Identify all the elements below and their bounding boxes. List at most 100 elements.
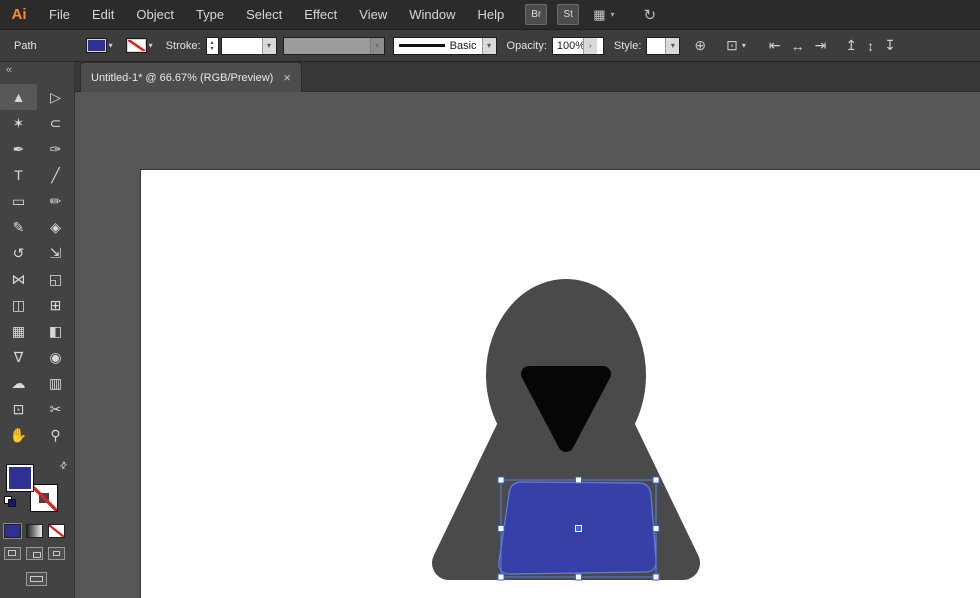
opacity-field[interactable]: › bbox=[551, 36, 604, 55]
document-tab-bar: Untitled-1* @ 66.67% (RGB/Preview) × bbox=[75, 62, 980, 92]
menu-select[interactable]: Select bbox=[235, 0, 293, 30]
hand-tool[interactable]: ✋ bbox=[0, 422, 37, 448]
style-dropdown[interactable]: ▾ bbox=[646, 36, 681, 55]
menu-object[interactable]: Object bbox=[125, 0, 185, 30]
none-mode-button[interactable] bbox=[48, 524, 65, 538]
selection-tool[interactable]: ▲ bbox=[0, 84, 37, 110]
chevron-down-icon[interactable]: ▾ bbox=[109, 41, 113, 50]
chevron-right-icon[interactable]: › bbox=[582, 37, 597, 54]
slice-tool[interactable]: ✂ bbox=[37, 396, 74, 422]
line-segment-tool[interactable]: ╱ bbox=[37, 162, 74, 188]
menubar: Ai File Edit Object Type Select Effect V… bbox=[0, 0, 980, 30]
eraser-tool[interactable]: ◈ bbox=[37, 214, 74, 240]
chevron-down-icon[interactable]: ▾ bbox=[261, 37, 276, 54]
magic-wand-tool[interactable]: ✶ bbox=[0, 110, 37, 136]
draw-normal-button[interactable] bbox=[4, 547, 21, 560]
artboard-tool[interactable]: ⊡ bbox=[0, 396, 37, 422]
change-screen-mode-button[interactable] bbox=[26, 572, 47, 586]
sync-icon[interactable]: ↻ bbox=[644, 6, 657, 24]
stroke-width-dropdown[interactable]: ▾ bbox=[220, 36, 277, 55]
chevron-down-icon[interactable]: ▾ bbox=[149, 41, 153, 50]
free-transform-tool[interactable]: ◱ bbox=[37, 266, 74, 292]
selection-handle[interactable] bbox=[652, 476, 660, 484]
chevron-down-icon: ▾ bbox=[741, 41, 746, 50]
curvature-tool[interactable]: ✑ bbox=[37, 136, 74, 162]
canvas-area[interactable] bbox=[75, 92, 980, 598]
selection-handle[interactable] bbox=[497, 573, 505, 581]
bridge-button[interactable]: Br bbox=[525, 4, 548, 25]
scale-tool[interactable]: ⇲ bbox=[37, 240, 74, 266]
width-tool[interactable]: ⋈ bbox=[0, 266, 37, 292]
menu-type[interactable]: Type bbox=[185, 0, 235, 30]
draw-behind-button[interactable] bbox=[26, 547, 43, 560]
paintbrush-tool[interactable]: ✏ bbox=[37, 188, 74, 214]
shaper-tool[interactable]: ✎ bbox=[0, 214, 37, 240]
shape-builder-tool[interactable]: ◫ bbox=[0, 292, 37, 318]
align-horizontal-left-icon[interactable]: ⇤ bbox=[769, 37, 781, 54]
symbol-sprayer-tool[interactable]: ☁ bbox=[0, 370, 37, 396]
layout-grid-icon: ▦ bbox=[593, 6, 606, 22]
eyedropper-tool[interactable]: ∇ bbox=[0, 344, 37, 370]
swap-fill-stroke-icon[interactable]: ⇄ bbox=[58, 459, 71, 472]
selection-handle[interactable] bbox=[497, 476, 505, 484]
fill-swatch[interactable] bbox=[6, 464, 34, 492]
menu-edit[interactable]: Edit bbox=[81, 0, 125, 30]
align-horizontal-center-icon[interactable]: ↔ bbox=[791, 38, 805, 54]
illustrator-window: Ai File Edit Object Type Select Effect V… bbox=[0, 0, 980, 598]
align-vertical-top-icon[interactable]: ↥ bbox=[845, 37, 857, 54]
transform-menu-button[interactable]: ⊡ ▾ bbox=[726, 37, 749, 54]
stroke-color-swatch[interactable] bbox=[125, 38, 147, 53]
chevron-down-icon[interactable]: ▾ bbox=[481, 37, 496, 54]
arrange-documents-button[interactable]: ▦ ▾ bbox=[593, 7, 617, 23]
rotate-tool[interactable]: ↺ bbox=[0, 240, 37, 266]
brush-definition-dropdown[interactable]: Basic ▾ bbox=[392, 36, 497, 55]
menu-view[interactable]: View bbox=[348, 0, 398, 30]
direct-selection-tool[interactable]: ▷ bbox=[37, 84, 74, 110]
align-vertical-bottom-icon[interactable]: ↧ bbox=[884, 37, 896, 54]
globe-icon[interactable]: ⊕ bbox=[694, 37, 706, 54]
selection-handle[interactable] bbox=[497, 525, 505, 532]
menu-effect[interactable]: Effect bbox=[293, 0, 348, 30]
transform-icon: ⊡ bbox=[726, 37, 738, 53]
chevron-down-icon[interactable]: ▾ bbox=[665, 37, 680, 54]
selection-handle[interactable] bbox=[652, 573, 660, 581]
artboard[interactable] bbox=[141, 170, 980, 598]
zoom-tool[interactable]: ⚲ bbox=[37, 422, 74, 448]
perspective-grid-tool[interactable]: ⊞ bbox=[37, 292, 74, 318]
color-mode-button[interactable] bbox=[4, 524, 21, 538]
selection-handle[interactable] bbox=[575, 573, 582, 581]
selection-handle[interactable] bbox=[575, 476, 582, 484]
default-fill-stroke-icon[interactable] bbox=[4, 496, 17, 507]
brush-stroke-preview bbox=[398, 44, 445, 47]
stroke-width-stepper[interactable]: ▴ ▾ bbox=[205, 36, 219, 55]
opacity-input[interactable] bbox=[552, 39, 583, 52]
lasso-tool[interactable]: ⊂ bbox=[37, 110, 74, 136]
width-profile-dropdown: ▾ bbox=[282, 36, 385, 55]
draw-inside-button[interactable] bbox=[48, 547, 65, 560]
menu-file[interactable]: File bbox=[38, 0, 81, 30]
stroke-swatch[interactable] bbox=[30, 484, 58, 512]
spinner-down-icon[interactable]: ▾ bbox=[211, 46, 214, 52]
collapse-panel-button[interactable]: « bbox=[0, 62, 74, 78]
chevron-down-icon: ▾ bbox=[369, 37, 384, 54]
stroke-label: Stroke: bbox=[165, 39, 201, 52]
column-graph-tool[interactable]: ▥ bbox=[37, 370, 74, 396]
selection-center-point[interactable] bbox=[575, 525, 582, 532]
menu-help[interactable]: Help bbox=[466, 0, 515, 30]
rectangle-tool[interactable]: ▭ bbox=[0, 188, 37, 214]
blend-tool[interactable]: ◉ bbox=[37, 344, 74, 370]
pen-tool[interactable]: ✒ bbox=[0, 136, 37, 162]
menu-window[interactable]: Window bbox=[398, 0, 466, 30]
gradient-tool[interactable]: ◧ bbox=[37, 318, 74, 344]
stock-button[interactable]: St bbox=[557, 4, 580, 25]
close-icon[interactable]: × bbox=[283, 71, 291, 84]
align-horizontal-right-icon[interactable]: ⇥ bbox=[815, 37, 827, 54]
selection-handle[interactable] bbox=[652, 525, 660, 532]
type-tool[interactable]: T bbox=[0, 162, 37, 188]
align-vertical-center-icon[interactable]: ↕ bbox=[867, 38, 874, 54]
fill-color-swatch[interactable] bbox=[85, 38, 107, 53]
document-tab[interactable]: Untitled-1* @ 66.67% (RGB/Preview) × bbox=[80, 62, 302, 92]
mesh-tool[interactable]: ▦ bbox=[0, 318, 37, 344]
gradient-mode-button[interactable] bbox=[26, 524, 43, 538]
control-bar: Path ▾ ▾ Stroke: ▴ ▾ ▾ ▾ Basic ▾ Opacity… bbox=[0, 30, 980, 62]
